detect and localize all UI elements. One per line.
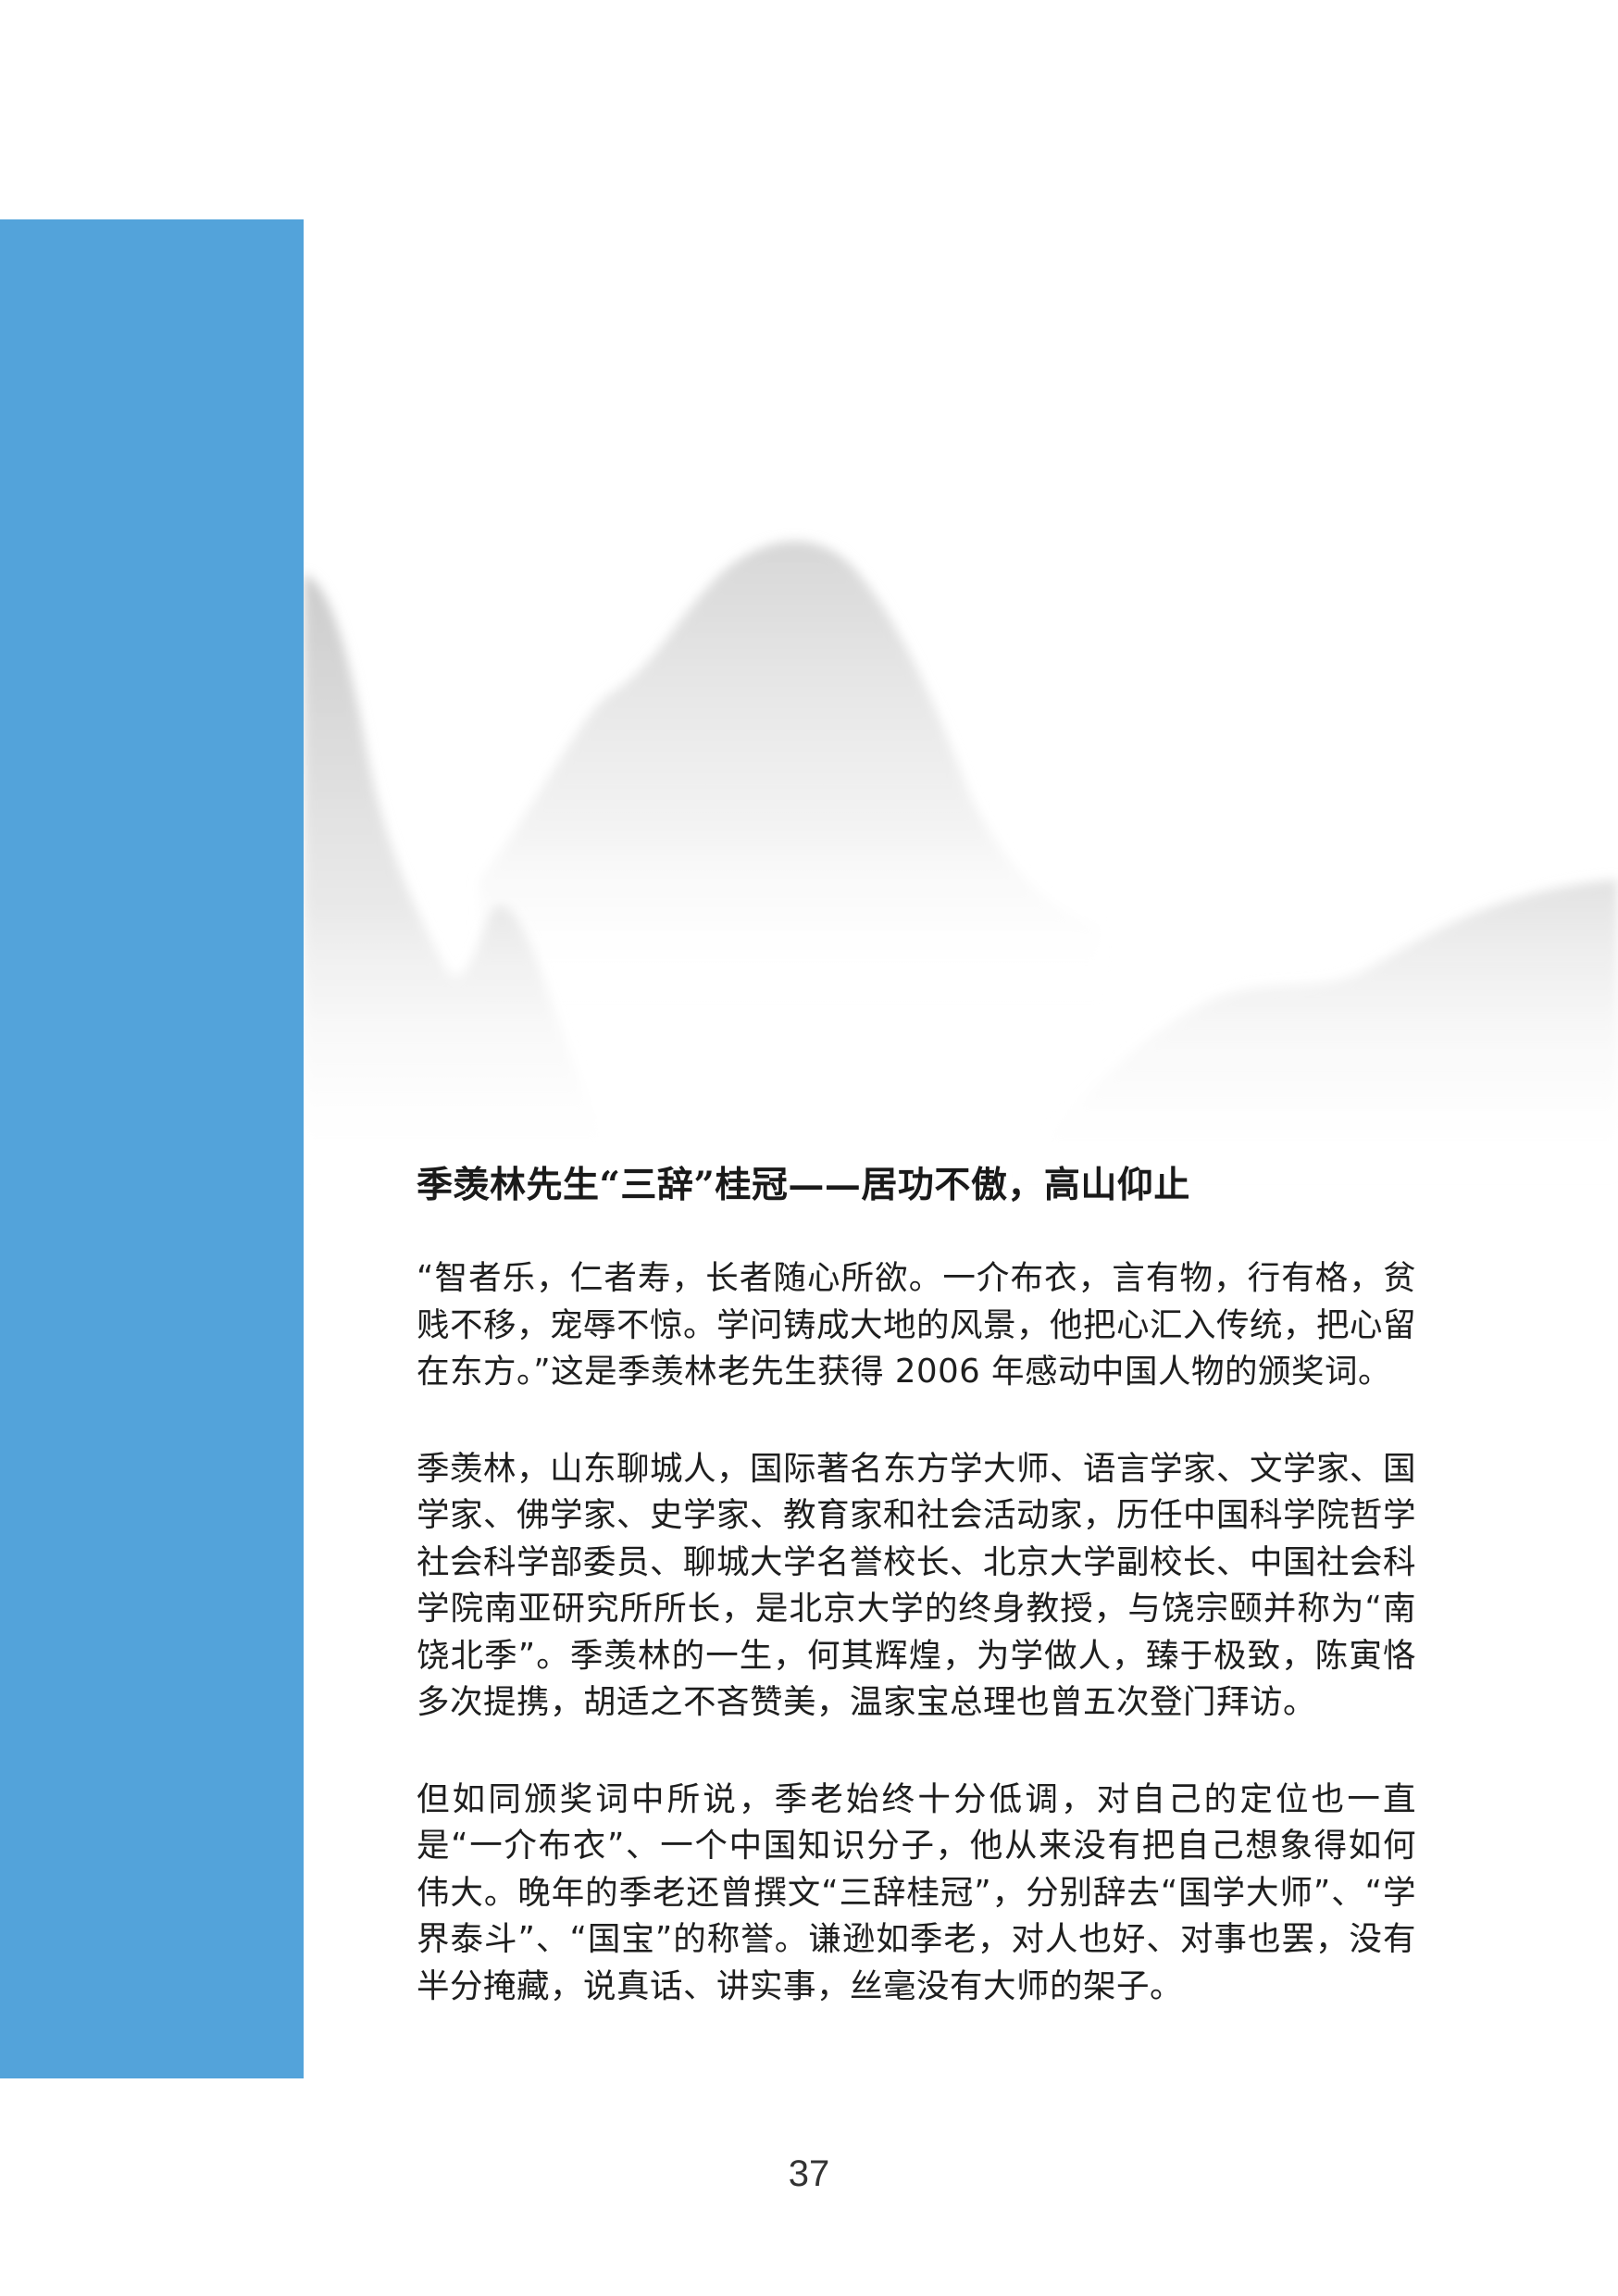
article-paragraph-2: 季羡林，山东聊城人，国际著名东方学大师、语言学家、文学家、国学家、佛学家、史学家…	[417, 1449, 1417, 1722]
article-paragraph-1: “智者乐，仁者寿，长者随心所欲。一介布衣，言有物，行有格，贫贱不移，宠辱不惊。学…	[417, 1259, 1417, 1391]
ink-mountains-illustration	[304, 541, 1618, 1185]
article-title: 季羡林先生“三辞”桂冠——居功不傲，高山仰止	[417, 1164, 1190, 1206]
article: 季羡林先生“三辞”桂冠——居功不傲，高山仰止 “智者乐，仁者寿，长者随心所欲。一…	[417, 1155, 1416, 2060]
page-number: 37	[788, 2153, 830, 2194]
blue-accent-bar	[0, 219, 304, 2078]
article-paragraph-3: 但如同颁奖词中所说，季老始终十分低调，对自己的定位也一直是“一介布衣”、一个中国…	[417, 1779, 1416, 2005]
